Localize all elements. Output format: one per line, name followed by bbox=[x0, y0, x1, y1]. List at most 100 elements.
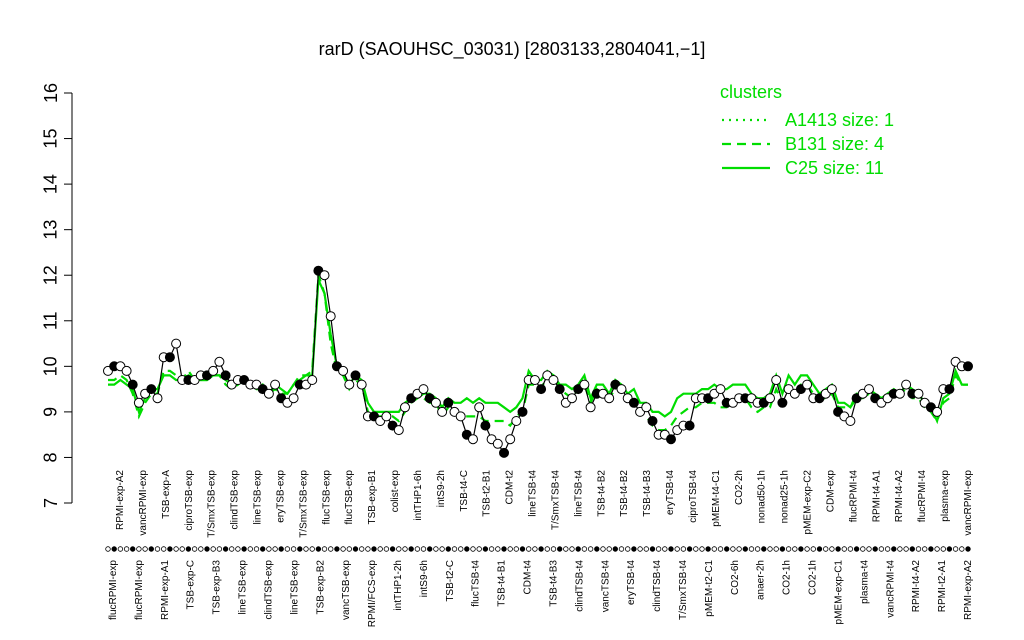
series-layer bbox=[107, 269, 968, 455]
rug-point bbox=[235, 546, 241, 552]
rug-point bbox=[643, 546, 649, 552]
top-tick-label: pMEM-exp-C2 bbox=[803, 470, 814, 535]
rug-point bbox=[761, 546, 767, 552]
top-tick-label: flucTSB-exp bbox=[344, 470, 355, 525]
rug-point bbox=[693, 546, 699, 552]
top-tick-label: intTHP1-6h bbox=[413, 470, 424, 521]
rug-point bbox=[321, 546, 328, 552]
data-point bbox=[585, 402, 596, 413]
rug-point bbox=[742, 546, 748, 552]
top-tick-label: colist-exp bbox=[390, 470, 401, 513]
data-point bbox=[771, 375, 782, 385]
data-point bbox=[777, 397, 788, 408]
data-point bbox=[641, 402, 652, 413]
rug-point bbox=[117, 546, 124, 552]
bottom-tick-label: T/SmxTSB-t4 bbox=[678, 560, 689, 620]
rug-point bbox=[705, 546, 711, 552]
y-tick-label: 8 bbox=[41, 452, 61, 462]
rug-point bbox=[922, 546, 928, 552]
bottom-tick-label: RPMI-t2-A1 bbox=[937, 560, 948, 613]
data-point bbox=[628, 397, 639, 408]
rug-point bbox=[173, 546, 179, 552]
top-tick-label: eryTSB-t4 bbox=[665, 470, 676, 515]
rug-point bbox=[526, 546, 532, 552]
rug-point bbox=[631, 546, 637, 552]
rug-point bbox=[303, 546, 309, 552]
rug-point bbox=[433, 546, 439, 552]
data-point bbox=[381, 411, 392, 422]
bottom-tick-label: lineTSB-exp bbox=[289, 560, 300, 615]
data-point bbox=[901, 379, 912, 390]
data-point bbox=[511, 416, 522, 426]
rug-point bbox=[897, 546, 903, 552]
rug-point bbox=[600, 546, 606, 552]
top-tick-label: nonad25-1h bbox=[780, 470, 791, 523]
bottom-tick-label: TSB-exp-B2 bbox=[315, 560, 326, 615]
data-point bbox=[400, 402, 410, 413]
rug-point bbox=[272, 546, 278, 552]
rug-point bbox=[711, 546, 717, 552]
series-line-dashed bbox=[108, 274, 968, 432]
top-tick-label: TSB-t4-B3 bbox=[642, 470, 653, 517]
rug-point bbox=[352, 546, 359, 552]
data-point bbox=[437, 406, 448, 417]
top-tick-label: clindTSB-exp bbox=[230, 470, 241, 530]
y-tick-label: 10 bbox=[41, 356, 61, 376]
bottom-tick-labels: flucRPMI-exp flucRPMI-exp RPMI-exp-A1 TSB-e… bbox=[108, 560, 974, 628]
rug-point bbox=[359, 546, 365, 552]
rug-point bbox=[464, 546, 470, 552]
rug-point bbox=[680, 546, 687, 552]
top-tick-label: T/SmxTSB-exp bbox=[207, 470, 218, 538]
rug-point bbox=[903, 546, 909, 552]
rug-point bbox=[309, 546, 315, 552]
data-point bbox=[894, 388, 905, 399]
bottom-tick-label: RPMI/FCS-exp bbox=[367, 560, 378, 628]
rug-point bbox=[167, 546, 173, 552]
rug-point bbox=[612, 546, 618, 552]
rug-point bbox=[532, 546, 538, 552]
bottom-tick-label: RPMI-t4-A2 bbox=[911, 560, 922, 613]
rug-point bbox=[266, 546, 272, 552]
rug-point bbox=[185, 546, 192, 552]
top-tick-label: intS9-2h bbox=[436, 470, 447, 507]
data-point bbox=[418, 384, 429, 395]
data-point bbox=[616, 384, 627, 395]
rug-point bbox=[581, 546, 588, 552]
data-point bbox=[932, 406, 943, 417]
rug-point bbox=[779, 546, 786, 552]
bottom-tick-label: clindTSB-t4 bbox=[652, 560, 663, 612]
data-point bbox=[338, 365, 349, 376]
series-line-solid bbox=[108, 279, 968, 425]
bottom-tick-label: TSB-t2-C bbox=[445, 560, 456, 602]
bottom-tick-label: vancTSB-t4 bbox=[600, 560, 611, 613]
rug-point bbox=[482, 546, 489, 552]
top-tick-label: RPMI-t4-A2 bbox=[894, 470, 905, 523]
data-point bbox=[319, 270, 330, 281]
bottom-tick-label: CO2-1h bbox=[808, 560, 819, 595]
data-point bbox=[208, 365, 219, 376]
bottom-tick-label: flucTSB-t4 bbox=[471, 560, 482, 607]
data-point bbox=[517, 406, 528, 417]
bottom-tick-label: CDM-t4 bbox=[523, 560, 534, 595]
rug-point bbox=[587, 546, 594, 552]
rug-point bbox=[798, 546, 804, 552]
rug-point bbox=[736, 546, 742, 552]
bottom-tick-label: clindTSB-exp bbox=[264, 560, 275, 620]
rug-point bbox=[501, 546, 507, 552]
rug-point bbox=[470, 546, 476, 552]
rug-point bbox=[315, 546, 322, 552]
data-point bbox=[480, 420, 491, 431]
bottom-tick-label: pMEM-exp-C1 bbox=[834, 560, 845, 625]
bottom-tick-label: lineTSB-exp bbox=[238, 560, 249, 615]
data-point bbox=[307, 375, 318, 385]
top-tick-label: T/SmxTSB-exp bbox=[298, 470, 309, 538]
rug-point bbox=[377, 546, 383, 552]
rug-point bbox=[860, 546, 866, 552]
rug-point bbox=[952, 546, 959, 552]
bottom-tick-label: clindTSB-t4 bbox=[574, 560, 585, 612]
rug-point bbox=[129, 546, 136, 552]
rug-point bbox=[544, 546, 550, 552]
data-point bbox=[270, 379, 281, 390]
rug-point bbox=[105, 546, 111, 552]
rug-point bbox=[816, 546, 823, 552]
